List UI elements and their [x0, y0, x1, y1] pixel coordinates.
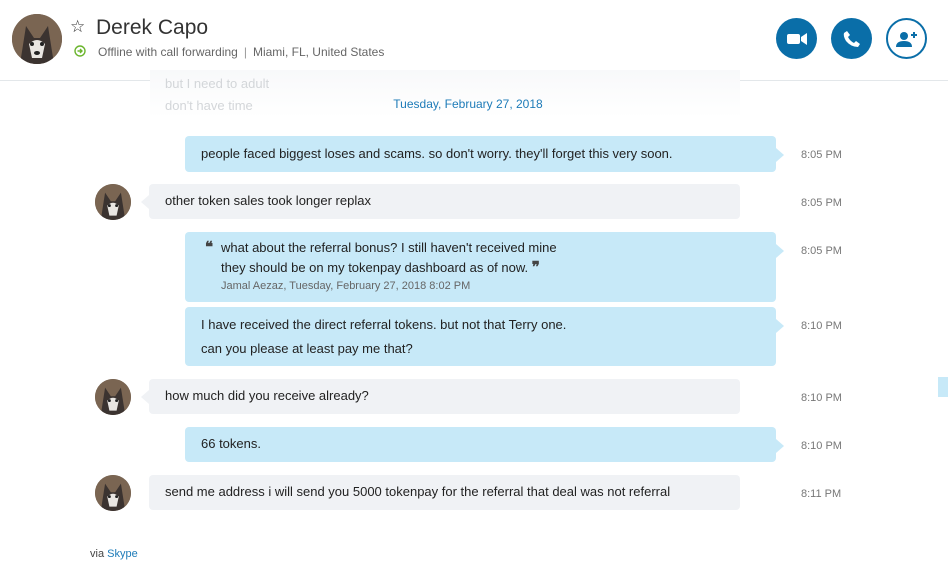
via-skype-footer: via Skype	[90, 548, 138, 560]
phone-icon	[843, 30, 860, 47]
video-call-icon	[786, 32, 807, 45]
message-text: 66 tokens.	[201, 436, 261, 451]
contact-location: Miami, FL, United States	[252, 45, 385, 59]
open-quote-icon: ❝	[205, 239, 214, 256]
close-quote-icon: ❞	[531, 259, 540, 276]
message-time: 8:10 PM	[801, 320, 842, 332]
status-text: Offline with call forwarding	[98, 45, 238, 59]
contact-status: Offline with call forwarding | Miami, FL, …	[98, 45, 384, 59]
quote-block: ❝ what about the referral bonus? I still…	[205, 238, 760, 294]
outgoing-message[interactable]: 66 tokens.	[185, 427, 784, 462]
quote-line: what about the referral bonus? I still h…	[221, 240, 557, 255]
sender-avatar[interactable]	[95, 475, 131, 511]
incoming-message[interactable]: how much did you receive already?	[141, 379, 740, 414]
message-text: I have received the direct referral toke…	[201, 317, 567, 332]
message-text: how much did you receive already?	[165, 388, 369, 403]
outgoing-message[interactable]: I have received the direct referral toke…	[185, 307, 784, 366]
message-time: 8:05 PM	[801, 245, 842, 257]
message-time: 8:05 PM	[801, 197, 842, 209]
quote-attribution: Jamal Aezaz, Tuesday, February 27, 2018 …	[221, 280, 471, 292]
conversation-header: ☆ Derek Capo Offline with call forwardin…	[0, 0, 948, 81]
call-forwarding-icon	[74, 45, 86, 57]
video-call-button[interactable]	[776, 18, 817, 59]
add-person-icon	[895, 31, 917, 47]
favorite-star-icon[interactable]: ☆	[70, 17, 85, 37]
audio-call-button[interactable]	[831, 18, 872, 59]
date-separator: Tuesday, February 27, 2018	[393, 97, 543, 111]
via-label: via	[90, 548, 105, 560]
contact-avatar[interactable]	[12, 14, 62, 64]
status-separator: |	[243, 45, 247, 59]
faded-line: but I need to adult	[165, 76, 270, 91]
message-time: 8:10 PM	[801, 440, 842, 452]
sender-avatar[interactable]	[95, 379, 131, 415]
message-text: people faced biggest loses and scams. so…	[201, 146, 673, 161]
incoming-message[interactable]: other token sales took longer replax	[141, 184, 740, 219]
message-time: 8:05 PM	[801, 149, 842, 161]
outgoing-quote-message[interactable]: ❝ what about the referral bonus? I still…	[185, 232, 784, 302]
skype-link[interactable]: Skype	[107, 548, 138, 560]
message-time: 8:11 PM	[801, 488, 842, 500]
message-text: send me address i will send you 5000 tok…	[165, 484, 671, 499]
message-text: other token sales took longer replax	[165, 193, 371, 208]
scrollbar-thumb[interactable]	[938, 377, 948, 397]
message-text: can you please at least pay me that?	[201, 341, 413, 356]
outgoing-message[interactable]: people faced biggest loses and scams. so…	[185, 136, 784, 172]
incoming-message[interactable]: send me address i will send you 5000 tok…	[149, 475, 740, 510]
add-people-button[interactable]	[886, 18, 927, 59]
quote-line-2: they should be on my tokenpay dashboard …	[205, 258, 760, 278]
sender-avatar[interactable]	[95, 184, 131, 220]
contact-name: Derek Capo	[96, 16, 209, 39]
quote-line: they should be on my tokenpay dashboard …	[221, 260, 529, 275]
message-time: 8:10 PM	[801, 392, 842, 404]
